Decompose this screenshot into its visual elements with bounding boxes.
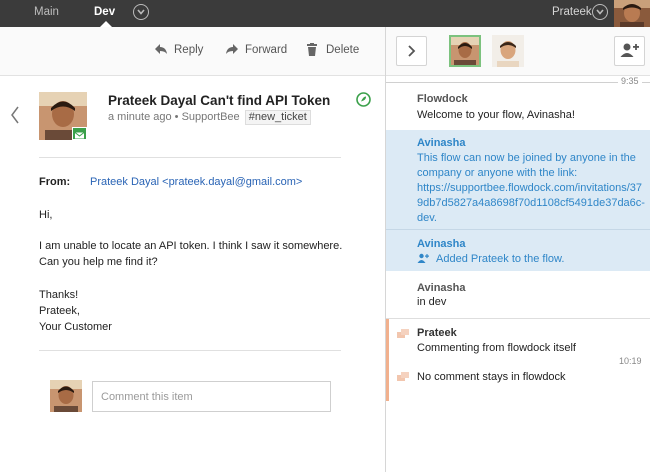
chevron-left-icon bbox=[11, 106, 19, 124]
ticket-meta: a minute ago • SupportBee #new_ticket bbox=[108, 110, 311, 125]
comment-input[interactable] bbox=[92, 381, 331, 412]
message-author: Avinasha bbox=[417, 137, 466, 149]
requester-avatar bbox=[39, 92, 87, 140]
top-bar: Main Dev Prateek bbox=[0, 0, 650, 27]
flow-message: Avinasha in dev bbox=[386, 274, 650, 314]
ticket-title: Prateek Dayal Can't find API Token bbox=[108, 93, 331, 108]
forward-label: Forward bbox=[245, 44, 288, 56]
divider bbox=[39, 157, 341, 158]
comment-icon bbox=[397, 329, 409, 338]
user-dropdown-button[interactable] bbox=[592, 4, 608, 20]
delete-label: Delete bbox=[326, 44, 360, 56]
flow-message: Avinasha Added Prateek to the flow. bbox=[386, 230, 650, 271]
flow-member-avatar[interactable] bbox=[449, 35, 481, 67]
message-line: Thanks! bbox=[39, 289, 79, 301]
divider-time: 9:35 bbox=[618, 76, 642, 86]
flow-toolbar bbox=[386, 27, 650, 76]
tab-main[interactable]: Main bbox=[34, 0, 59, 27]
message-author: Avinasha bbox=[417, 282, 466, 294]
time-divider bbox=[386, 82, 650, 83]
flow-message: Flowdock Welcome to your flow, Avinasha! bbox=[386, 90, 650, 126]
invitation-link[interactable]: https://supportbee.flowdock.com/invitati… bbox=[417, 181, 642, 196]
message-line: Hi, bbox=[39, 209, 53, 221]
user-avatar[interactable] bbox=[614, 0, 650, 27]
message-author: Avinasha bbox=[417, 238, 466, 250]
ticket-meta-text: a minute ago • SupportBee bbox=[108, 111, 240, 123]
from-label: From: bbox=[39, 176, 71, 188]
chevron-right-icon bbox=[408, 45, 416, 57]
message-text: Added Prateek to the flow. bbox=[436, 253, 565, 265]
flows-dropdown-button[interactable] bbox=[133, 4, 149, 20]
back-button[interactable] bbox=[10, 106, 20, 129]
reply-icon bbox=[155, 44, 167, 54]
chevron-down-icon bbox=[596, 9, 604, 15]
email-source-badge bbox=[72, 127, 87, 140]
invitation-link[interactable]: dev. bbox=[417, 211, 642, 226]
user-added-icon bbox=[417, 253, 429, 263]
message-line: Prateek, bbox=[39, 305, 80, 317]
chevron-down-icon bbox=[137, 9, 145, 15]
message-line: Your Customer bbox=[39, 321, 112, 333]
user-name[interactable]: Prateek bbox=[552, 0, 592, 24]
commenter-avatar bbox=[50, 380, 82, 412]
message-author: Flowdock bbox=[417, 93, 468, 105]
message-text: in dev bbox=[417, 296, 447, 308]
message-text: Commenting from flowdock itself bbox=[417, 342, 576, 354]
invitation-link[interactable]: 9db7d5827a4a8698f70d1108cf5491de37da6c- bbox=[417, 196, 645, 211]
flowdock-icon[interactable] bbox=[356, 92, 371, 107]
comment-thread: Prateek Commenting from flowdock itself … bbox=[386, 319, 650, 401]
message-line: I am unable to locate an API token. I th… bbox=[39, 240, 343, 252]
flow-message: Avinasha This flow can now be joined by … bbox=[386, 130, 650, 229]
comment-icon bbox=[397, 372, 409, 381]
from-email-link[interactable]: Prateek Dayal <prateek.dayal@gmail.com> bbox=[90, 176, 302, 188]
message-line: Can you help me find it? bbox=[39, 256, 158, 268]
message-text: company or anyone with the link: bbox=[417, 167, 578, 179]
message-text: Welcome to your flow, Avinasha! bbox=[417, 109, 575, 121]
comment-time: 10:19 bbox=[619, 356, 642, 366]
message-text: This flow can now be joined by anyone in… bbox=[417, 152, 636, 164]
ticket-tag[interactable]: #new_ticket bbox=[244, 110, 311, 125]
flow-member-avatar[interactable] bbox=[492, 35, 524, 67]
ticket-toolbar: Reply Forward Delete bbox=[0, 27, 385, 76]
message-text: No comment stays in flowdock bbox=[417, 371, 566, 383]
add-user-icon bbox=[620, 43, 639, 57]
add-user-button[interactable] bbox=[614, 36, 645, 66]
divider bbox=[39, 350, 341, 351]
mail-icon bbox=[74, 132, 85, 139]
trash-icon bbox=[307, 43, 317, 56]
message-author: Prateek bbox=[417, 327, 457, 339]
reply-label: Reply bbox=[174, 44, 204, 56]
forward-icon bbox=[226, 44, 238, 54]
collapse-flow-button[interactable] bbox=[396, 36, 427, 66]
